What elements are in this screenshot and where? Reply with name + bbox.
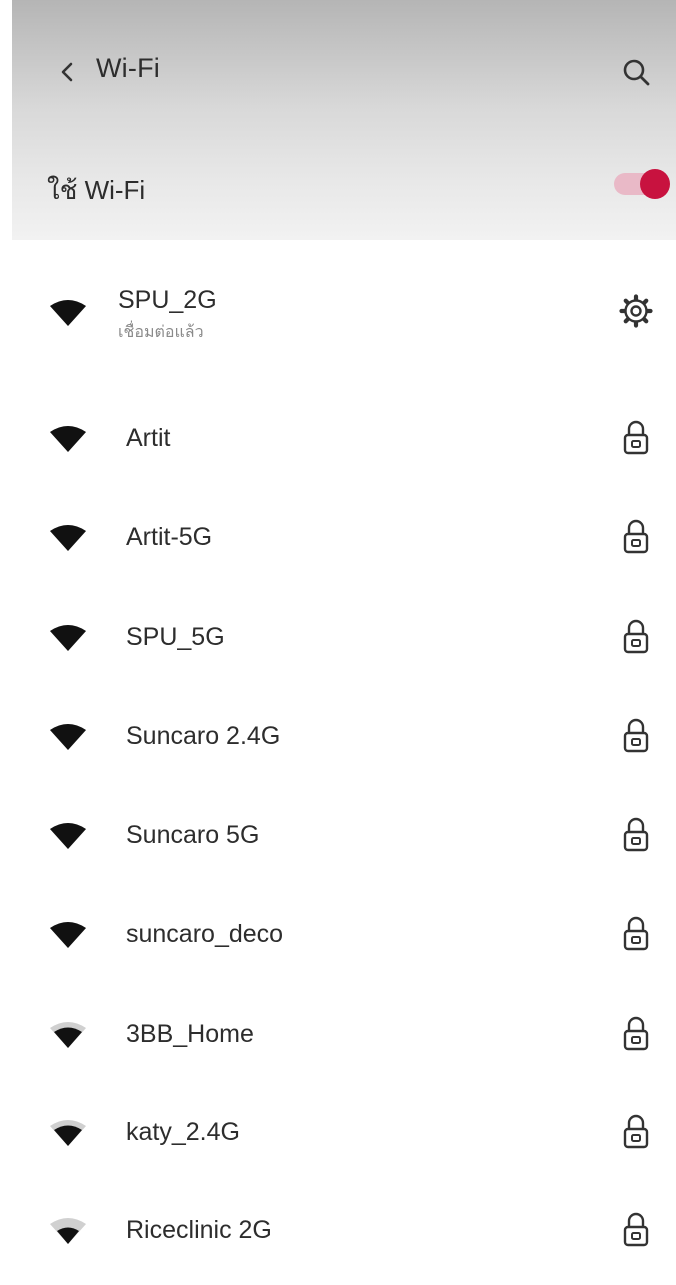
network-name: Artit-5G [126,523,213,551]
secured-indicator [616,617,656,657]
search-icon [623,59,650,86]
settings-gear-icon [619,294,653,328]
secured-indicator [616,1210,656,1250]
wifi-full-icon [50,823,86,849]
wifi-signal-icon-wrap [48,1210,88,1250]
wifi-network-row[interactable]: Artit-5G [12,489,676,587]
wifi-full-icon [50,625,86,651]
wifi-full-icon [50,426,86,452]
wifi-weak-icon [50,1218,86,1244]
network-name: SPU_2G [118,286,217,314]
app-bar: Wi-Fi [12,0,676,130]
lock-icon [623,916,649,951]
wifi-network-row[interactable]: Artit [12,390,676,488]
secured-indicator [616,914,656,954]
wifi-network-row[interactable]: SPU_2G เชื่อมต่อแล้ว [12,262,676,360]
search-button[interactable] [616,52,656,92]
wifi-full-icon [50,525,86,551]
lock-icon [623,420,649,455]
wifi-signal-icon-wrap [48,292,88,332]
lock-icon [623,519,649,554]
wifi-full-icon [50,724,86,750]
lock-icon [623,1016,649,1051]
wifi-full-icon [50,300,86,326]
lock-icon [623,718,649,753]
network-name: SPU_5G [126,623,225,651]
wifi-signal-icon-wrap [48,914,88,954]
secured-indicator [616,517,656,557]
use-wifi-row[interactable]: ใช้ Wi-Fi [12,130,676,240]
wifi-network-row[interactable]: 3BB_Home [12,986,676,1084]
wifi-network-row[interactable]: suncaro_deco [12,886,676,984]
lock-icon [623,817,649,852]
chevron-left-icon [61,62,73,82]
wifi-network-row[interactable]: katy_2.4G [12,1084,676,1182]
network-name: 3BB_Home [126,1020,254,1048]
secured-indicator [616,1014,656,1054]
wifi-network-row[interactable]: Riceclinic 2G [12,1182,676,1280]
secured-indicator [616,716,656,756]
network-name: suncaro_deco [126,920,284,948]
wifi-signal-icon-wrap [48,517,88,557]
secured-indicator [616,1112,656,1152]
wifi-signal-icon-wrap [48,1112,88,1152]
lock-icon [623,1212,649,1247]
wifi-signal-icon-wrap [48,1014,88,1054]
left-edge [0,0,12,1285]
wifi-full-icon [50,922,86,948]
page-title: Wi-Fi [96,53,160,83]
network-name: Riceclinic 2G [126,1216,272,1244]
wifi-toggle-switch[interactable] [610,167,670,199]
wifi-signal-icon-wrap [48,418,88,458]
network-name: Suncaro 5G [126,821,260,849]
network-settings-button[interactable] [616,291,656,331]
network-name: Artit [126,424,171,452]
back-button[interactable] [48,52,88,92]
toggle-thumb [640,169,670,199]
wifi-medium-icon [50,1022,86,1048]
use-wifi-label: ใช้ Wi-Fi [47,175,146,205]
wifi-signal-icon-wrap [48,815,88,855]
network-name: Suncaro 2.4G [126,722,281,750]
lock-icon [623,1114,649,1149]
secured-indicator [616,815,656,855]
lock-icon [623,619,649,654]
network-name: katy_2.4G [126,1118,240,1146]
wifi-medium-icon [50,1120,86,1146]
wifi-settings-screen: Wi-Fi ใช้ Wi-Fi SPU_2G เชื่อมต่อแล้ว Artit… [0,0,676,1285]
network-status: เชื่อมต่อแล้ว [118,324,204,341]
secured-indicator [616,418,656,458]
wifi-network-row[interactable]: SPU_5G [12,589,676,687]
wifi-signal-icon-wrap [48,716,88,756]
wifi-signal-icon-wrap [48,617,88,657]
wifi-network-row[interactable]: Suncaro 2.4G [12,688,676,786]
wifi-network-row[interactable]: Suncaro 5G [12,787,676,885]
